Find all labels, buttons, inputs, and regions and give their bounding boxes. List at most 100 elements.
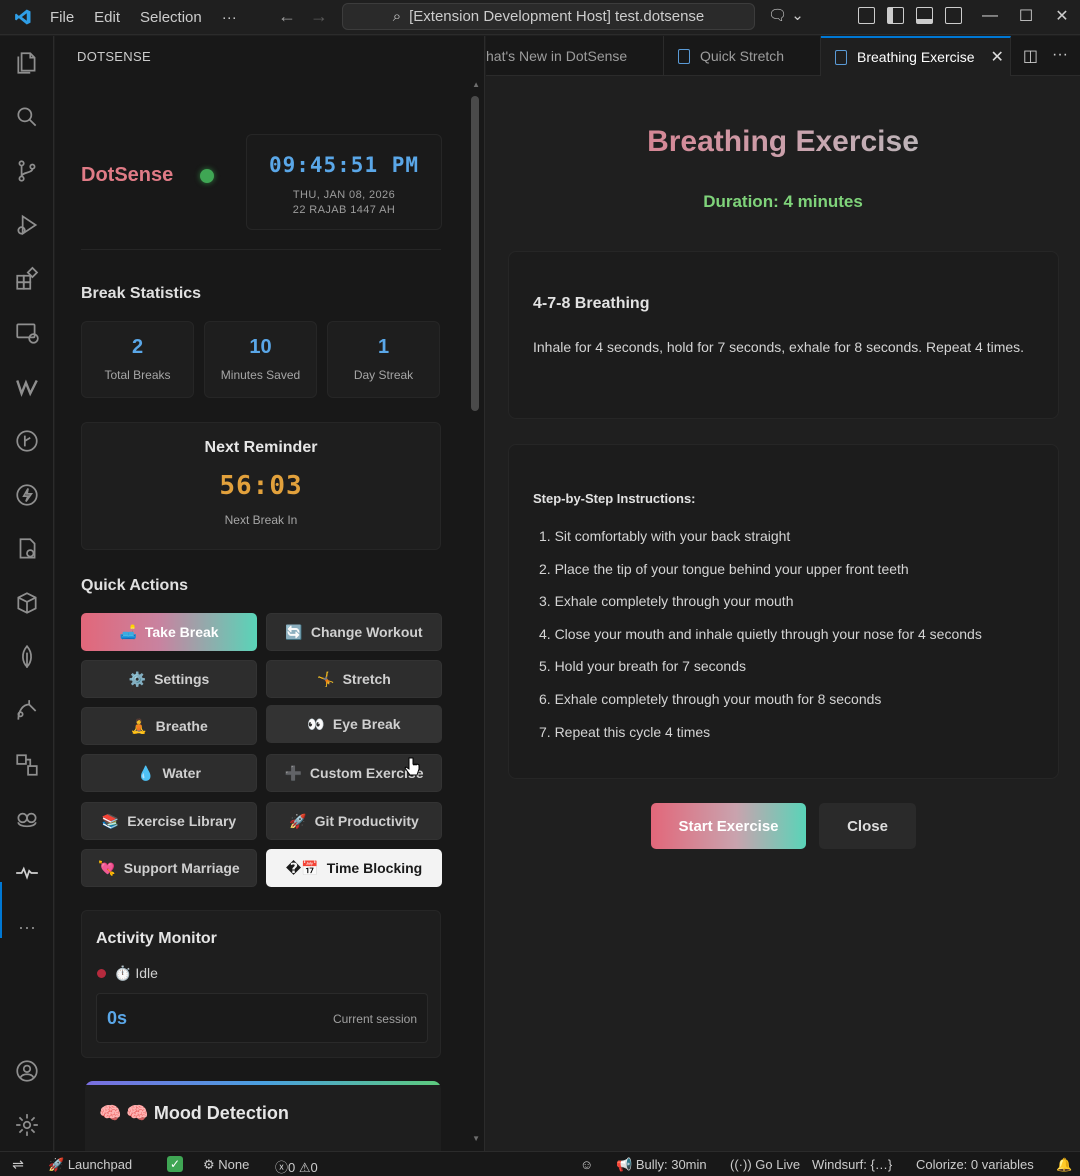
brand-title: DotSense [81, 164, 174, 186]
active-view-indicator [0, 882, 2, 938]
tab-label: Quick Stretch [700, 48, 785, 64]
eye-break-button[interactable]: 👀 Eye Break [266, 705, 442, 743]
scrollbar-thumb[interactable] [471, 96, 479, 411]
copilot-status-icon[interactable]: ☺ [580, 1157, 593, 1172]
take-break-button[interactable]: 🛋️ Take Break [81, 613, 257, 651]
menu-edit[interactable]: Edit [92, 7, 122, 28]
water-button[interactable]: 💧 Water [81, 754, 257, 792]
minimize-icon[interactable]: — [972, 0, 1008, 32]
manage-gear-icon[interactable] [14, 1112, 40, 1138]
toggle-primary-sidebar-icon[interactable] [887, 7, 904, 24]
button-label: Git Productivity [314, 813, 419, 829]
change-workout-button[interactable]: 🔄 Change Workout [266, 613, 442, 651]
refresh-icon: 🔄 [285, 623, 303, 640]
windsurf-icon[interactable] [14, 374, 40, 400]
file-icon [835, 49, 847, 65]
settings-button[interactable]: ⚙️ Settings [81, 660, 257, 698]
chat-dropdown-icon[interactable]: 🗨 ⌄ [768, 6, 804, 24]
flow-diagram-icon[interactable] [14, 752, 40, 778]
instructions-list: 1. Sit comfortably with your back straig… [539, 528, 982, 756]
mouse-pointer-icon [404, 757, 420, 776]
eyes-icon: 👀 [307, 715, 325, 732]
problems-item[interactable]: ⓧ0 ⚠0 [275, 1157, 318, 1176]
stat-value: 1 [377, 336, 390, 358]
bully-item[interactable]: 📢 Bully: 30min [616, 1157, 707, 1173]
more-views-icon[interactable]: ··· [14, 914, 40, 940]
menu-selection[interactable]: Selection [138, 7, 204, 28]
copilot-icon[interactable] [14, 806, 40, 832]
tab-quick-stretch[interactable]: Quick Stretch [664, 36, 821, 76]
forward-arrow-icon[interactable]: → [310, 6, 328, 27]
close-tab-icon[interactable]: ✕ [991, 47, 1004, 67]
stretch-button[interactable]: 🤸 Stretch [266, 660, 442, 698]
git-graph-icon[interactable] [14, 428, 40, 454]
check-item[interactable]: ✓ [167, 1156, 183, 1172]
breathe-button[interactable]: 🧘 Breathe [81, 707, 257, 745]
more-actions-icon[interactable]: ··· [1052, 46, 1068, 66]
package-icon[interactable] [14, 590, 40, 616]
search-icon[interactable] [14, 104, 40, 130]
windsurf-item[interactable]: Windsurf: {…} [812, 1157, 892, 1172]
stat-card-day-streak: 1 Day Streak [327, 321, 440, 398]
toggle-secondary-sidebar-icon[interactable] [945, 7, 962, 24]
quick-actions-title: Quick Actions [81, 577, 188, 594]
colorize-item[interactable]: Colorize: 0 variables [916, 1157, 1034, 1172]
session-value: 0s [107, 1008, 128, 1028]
instruction-step: 4. Close your mouth and inhale quietly t… [539, 625, 982, 642]
docker-settings-icon[interactable] [14, 536, 40, 562]
close-button[interactable]: Close [819, 803, 916, 849]
scroll-down-icon[interactable]: ▼ [472, 1134, 480, 1143]
launchpad-item[interactable]: 🚀 Launchpad [48, 1157, 132, 1173]
extensions-icon[interactable] [14, 266, 40, 292]
run-debug-icon[interactable] [14, 212, 40, 238]
close-window-icon[interactable]: ✕ [1044, 0, 1080, 32]
dotsense-pulse-icon[interactable] [14, 860, 40, 886]
menu-file[interactable]: File [48, 7, 76, 28]
start-exercise-button[interactable]: Start Exercise [651, 803, 806, 849]
live-share-icon[interactable] [14, 698, 40, 724]
scroll-up-icon[interactable]: ▲ [472, 80, 480, 89]
button-label: Eye Break [332, 716, 401, 732]
accounts-icon[interactable] [14, 1058, 40, 1084]
explorer-icon[interactable] [14, 50, 40, 76]
button-label: Time Blocking [326, 860, 423, 876]
instruction-step: 6. Exhale completely through your mouth … [539, 690, 882, 707]
git-productivity-button[interactable]: 🚀 Git Productivity [266, 802, 442, 840]
stat-label: Total Breaks [104, 368, 171, 382]
notifications-bell-icon[interactable]: 🔔 [1056, 1157, 1072, 1173]
remote-indicator-icon[interactable]: ⇌ [0, 1152, 36, 1176]
split-editor-icon[interactable]: ◫ [1023, 46, 1038, 66]
exercise-library-button[interactable]: 📚 Exercise Library [81, 802, 257, 840]
command-center-search[interactable]: ⌕ [Extension Development Host] test.dots… [342, 3, 755, 30]
technique-title: 4-7-8 Breathing [533, 295, 650, 312]
title-bar: File Edit Selection ··· ← → ⌕ [Extension… [0, 0, 1080, 35]
profile-item[interactable]: ⚙ None [203, 1157, 249, 1173]
broadcast-icon: ((·)) [730, 1157, 752, 1172]
exercise-title: Breathing Exercise [486, 125, 1080, 159]
customize-layout-icon[interactable] [858, 7, 875, 24]
warnings-count: 0 [310, 1160, 318, 1175]
tab-whats-new[interactable]: hat's New in DotSense [486, 36, 664, 76]
mongodb-leaf-icon[interactable] [14, 644, 40, 670]
toggle-panel-icon[interactable] [916, 7, 933, 24]
thunder-client-icon[interactable] [14, 482, 40, 508]
stat-label: Minutes Saved [220, 368, 301, 382]
maximize-icon[interactable]: ☐ [1008, 0, 1044, 32]
instruction-step: 7. Repeat this cycle 4 times [539, 723, 711, 740]
support-marriage-button[interactable]: 💘 Support Marriage [81, 849, 257, 887]
tab-breathing-exercise[interactable]: Breathing Exercise ✕ [821, 36, 1011, 76]
go-live-item[interactable]: ((·)) Go Live [730, 1157, 800, 1172]
cartwheel-icon: 🤸 [317, 670, 335, 687]
megaphone-icon: 📢 [616, 1157, 633, 1172]
editor-actions: ◫ ··· [1023, 46, 1068, 66]
clock-date: THU, JAN 08, 2026 [292, 189, 396, 201]
go-live-label: Go Live [755, 1157, 801, 1172]
remote-explorer-icon[interactable] [14, 320, 40, 346]
menu-more[interactable]: ··· [220, 7, 239, 28]
source-control-icon[interactable] [14, 158, 40, 184]
tab-label: hat's New in DotSense [486, 48, 628, 64]
time-blocking-button[interactable]: �📅 Time Blocking [266, 849, 442, 887]
activity-monitor-card: Activity Monitor ⏱️ Idle 0s Current sess… [81, 910, 441, 1058]
gear-icon: ⚙ [203, 1157, 215, 1172]
back-arrow-icon[interactable]: ← [278, 6, 296, 27]
